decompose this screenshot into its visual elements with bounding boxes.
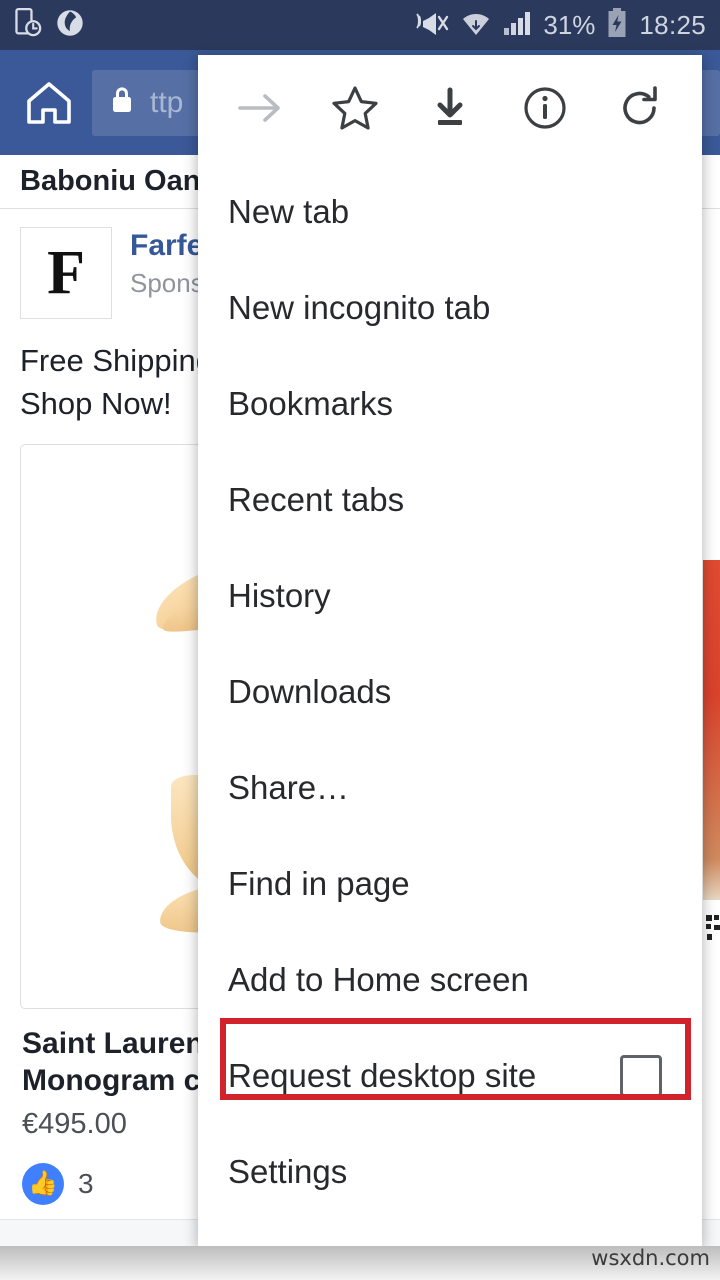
- watermark: wsxdn.com: [591, 1246, 710, 1270]
- wifi-icon: [461, 8, 491, 43]
- status-bar-right-icons: 31% 18:25: [416, 7, 706, 44]
- thumbs-up-icon: 👍: [22, 1162, 64, 1205]
- menu-item-add-to-home-screen[interactable]: Add to Home screen: [198, 932, 702, 1028]
- menu-item-find-in-page[interactable]: Find in page: [198, 836, 702, 932]
- status-bar-left-icons: [14, 7, 84, 43]
- vodafone-icon: [56, 8, 84, 43]
- reaction-count: 3: [78, 1167, 94, 1199]
- battery-percent-label: 31%: [543, 10, 596, 40]
- menu-item-new-tab[interactable]: New tab: [198, 164, 702, 260]
- phone-screen: 31% 18:25 ttp Baboniu Oana F Farfetc Spo…: [0, 0, 720, 1280]
- menu-item-settings[interactable]: Settings: [198, 1124, 702, 1220]
- request-desktop-site-checkbox[interactable]: [620, 1055, 662, 1097]
- menu-item-request-desktop-site[interactable]: Request desktop site: [198, 1028, 702, 1124]
- vibrate-mute-icon: [416, 8, 450, 43]
- url-text: ttp: [150, 85, 184, 119]
- status-bar: 31% 18:25: [0, 0, 720, 50]
- menu-item-history[interactable]: History: [198, 548, 702, 644]
- bookmark-star-icon[interactable]: [320, 73, 390, 143]
- menu-item-recent-tabs[interactable]: Recent tabs: [198, 452, 702, 548]
- menu-item-share[interactable]: Share…: [198, 740, 702, 836]
- home-icon[interactable]: [18, 72, 80, 134]
- menu-item-bookmarks[interactable]: Bookmarks: [198, 356, 702, 452]
- menu-icon-row: [198, 55, 702, 160]
- phone-clock-icon: [14, 7, 42, 43]
- request-desktop-site-wrapper: Request desktop site: [198, 1018, 702, 1124]
- battery-charging-icon: [606, 7, 628, 44]
- signal-icon: [502, 8, 532, 43]
- background-product-image-strip: [703, 560, 720, 900]
- menu-item-new-incognito-tab[interactable]: New incognito tab: [198, 260, 702, 356]
- browser-overflow-menu: New tab New incognito tab Bookmarks Rece…: [198, 55, 702, 1247]
- menu-item-list: New tab New incognito tab Bookmarks Rece…: [198, 160, 702, 1247]
- reload-icon[interactable]: [605, 73, 675, 143]
- page-info-icon[interactable]: [510, 73, 580, 143]
- menu-item-help-and-feedback[interactable]: Help & feedback: [198, 1220, 702, 1247]
- menu-item-request-desktop-site-label: Request desktop site: [228, 1057, 537, 1094]
- download-icon[interactable]: [415, 73, 485, 143]
- lock-icon: [108, 84, 136, 121]
- clock-label: 18:25: [639, 10, 706, 40]
- advertiser-logo: F: [20, 227, 112, 319]
- forward-icon[interactable]: [225, 73, 295, 143]
- background-qr-fragment: [706, 915, 720, 941]
- menu-item-downloads[interactable]: Downloads: [198, 644, 702, 740]
